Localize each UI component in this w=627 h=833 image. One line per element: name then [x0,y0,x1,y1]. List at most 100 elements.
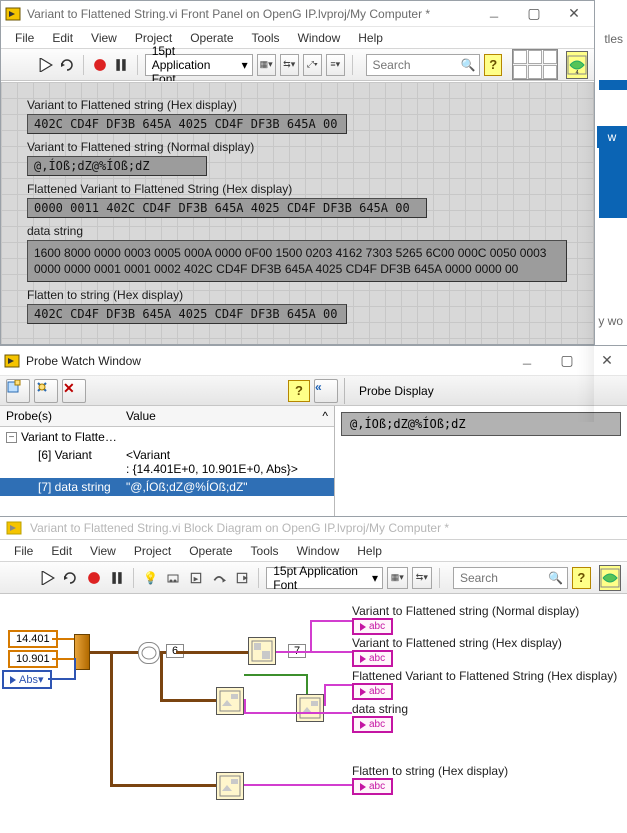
bd-menu-view[interactable]: View [82,542,124,560]
to-variant-node[interactable] [138,642,160,664]
bd-menu-project[interactable]: Project [126,542,179,560]
search-box[interactable]: 🔍 [366,54,481,76]
probe-body: Probe(s) Value ^ −Variant to Flattened S… [0,406,627,516]
run-button[interactable] [37,53,54,77]
constant-abs[interactable]: Abs▾ [2,670,52,689]
search-input[interactable] [371,57,461,73]
constant-14-401[interactable]: 14.401 [8,630,58,648]
bd-search-box[interactable]: 🔍 [453,567,568,589]
collapse-panel-button[interactable]: « [314,379,338,403]
triangle-icon [360,721,366,729]
bd-label-5: Flatten to string (Hex display) [352,764,508,778]
menu-window[interactable]: Window [290,29,349,47]
bd-help-button[interactable]: ? [572,567,591,589]
vi-icon[interactable]: 4 [566,51,588,79]
flatten-variant-node[interactable] [216,687,244,715]
font-selector-label: 15pt Application Font [152,44,236,86]
align-objects-button[interactable]: ▦▾ [257,54,276,76]
window-close-button[interactable]: ✕ [554,1,594,27]
field5-value[interactable]: 402C CD4F DF3B 645A 4025 CD4F DF3B 645A … [27,304,347,324]
menu-view[interactable]: View [83,29,125,47]
bd-pause-button[interactable] [107,566,126,590]
distribute-objects-button[interactable]: ⇆▾ [280,54,299,76]
reorder-button[interactable]: ≡▾ [326,54,345,76]
highlight-execution-button[interactable]: 💡 [141,566,160,590]
run-continuous-button[interactable] [59,53,76,77]
block-diagram-area[interactable]: 14.401 10.901 Abs▾ 6 7 [0,594,627,824]
probe-root-row[interactable]: −Variant to Flattened String.vi [0,427,334,446]
bd-menu-window[interactable]: Window [289,542,348,560]
indicator-flattened-variant[interactable]: abc [352,683,393,700]
bd-label-3: Flattened Variant to Flattened String (H… [352,669,617,683]
resize-objects-button[interactable]: ⤢▾ [303,54,322,76]
probe-display-value[interactable]: @,ÍOß;dZ@%ÍOß;dZ [341,412,621,436]
indicator-hex-display[interactable]: abc [352,650,393,667]
context-help-button[interactable]: ? [484,54,501,76]
indicator-text: abc [369,781,385,792]
variant-to-flattened-string-node[interactable] [248,637,276,665]
bd-abort-button[interactable] [84,566,103,590]
field4-value[interactable]: 1600 8000 0000 0003 0005 000A 0000 0F00 … [27,240,567,282]
probe-row-7-name: [7] data string [0,478,120,496]
probe-row-6[interactable]: [6] Variant <Variant : {14.401E+0, 10.90… [0,446,334,478]
constant-abs-label: Abs [19,674,38,686]
bd-distribute-button[interactable]: ⇆▾ [412,567,433,589]
window-minimize-button[interactable]: ﹘ [507,348,547,374]
window-maximize-button[interactable]: ▢ [547,348,587,374]
front-panel-area[interactable]: Variant to Flattened string (Hex display… [1,81,594,344]
step-into-button[interactable] [187,566,206,590]
font-selector[interactable]: 15pt Application Font ▾ [145,54,253,76]
bd-menu-tools[interactable]: Tools [243,542,287,560]
menu-tools[interactable]: Tools [244,29,288,47]
bd-font-selector[interactable]: 15pt Application Font ▾ [266,567,383,589]
wire [74,658,76,680]
bd-menu-file[interactable]: File [6,542,41,560]
bd-vi-icon[interactable] [599,565,621,591]
probe-help-button[interactable]: ? [288,380,310,402]
probe-col-value[interactable]: Value [120,406,316,427]
indicator-normal-display[interactable]: abc [352,618,393,635]
flatten-to-string-node[interactable] [216,772,244,800]
wire-string [244,699,246,714]
probe-root-name: Variant to Flattened String.vi [21,430,121,444]
window-close-button[interactable]: ✕ [587,348,627,374]
front-panel-toolbar: 15pt Application Font ▾ ▦▾ ⇆▾ ⤢▾ ≡▾ 🔍 ? … [1,49,594,81]
probe-row-6-value-l2: : {14.401E+0, 10.901E+0, Abs}> [126,462,310,476]
field3-value[interactable]: 0000 0011 402C CD4F DF3B 645A 4025 CD4F … [27,198,427,218]
probe-display-header: Probe Display [351,380,621,402]
bd-align-button[interactable]: ▦▾ [387,567,408,589]
bd-run-button[interactable] [39,566,58,590]
pause-button[interactable] [112,53,129,77]
window-maximize-button[interactable]: ▢ [514,1,554,27]
vi-icon-palette[interactable] [512,49,558,80]
probe-col-name[interactable]: Probe(s) [0,406,120,427]
probe-row-7[interactable]: [7] data string "@,ÍOß;dZ@%ÍOß;dZ" [0,478,334,496]
step-over-button[interactable] [210,566,229,590]
triangle-icon [360,688,366,696]
delete-probe-button[interactable]: ✕ [62,379,86,403]
wire-string [244,784,352,786]
field2-value[interactable]: @,ÍOß;dZ@%ÍOß;dZ [27,156,207,176]
field1-value[interactable]: 402C CD4F DF3B 645A 4025 CD4F DF3B 645A … [27,114,347,134]
menu-edit[interactable]: Edit [44,29,81,47]
new-probe-button[interactable] [6,379,30,403]
bd-menu-operate[interactable]: Operate [181,542,240,560]
bd-menu-edit[interactable]: Edit [43,542,80,560]
constant-10-901[interactable]: 10.901 [8,650,58,668]
window-minimize-button[interactable]: ﹘ [474,1,514,27]
tree-collapse-icon[interactable]: − [6,432,17,443]
indicator-data-string[interactable]: abc [352,716,393,733]
bundle-node[interactable] [74,634,90,670]
bd-menu-help[interactable]: Help [349,542,390,560]
indicator-flatten-to-string[interactable]: abc [352,778,393,795]
flattened-string-node[interactable] [296,694,324,722]
step-out-button[interactable] [233,566,252,590]
menu-file[interactable]: File [7,29,42,47]
menu-help[interactable]: Help [350,29,391,47]
abort-button[interactable] [91,53,108,77]
bd-run-continuous-button[interactable] [62,566,81,590]
bd-search-input[interactable] [458,570,548,586]
probe-list[interactable]: Probe(s) Value ^ −Variant to Flattened S… [0,406,335,516]
select-probe-button[interactable] [34,379,58,403]
retain-wire-values-button[interactable] [164,566,183,590]
